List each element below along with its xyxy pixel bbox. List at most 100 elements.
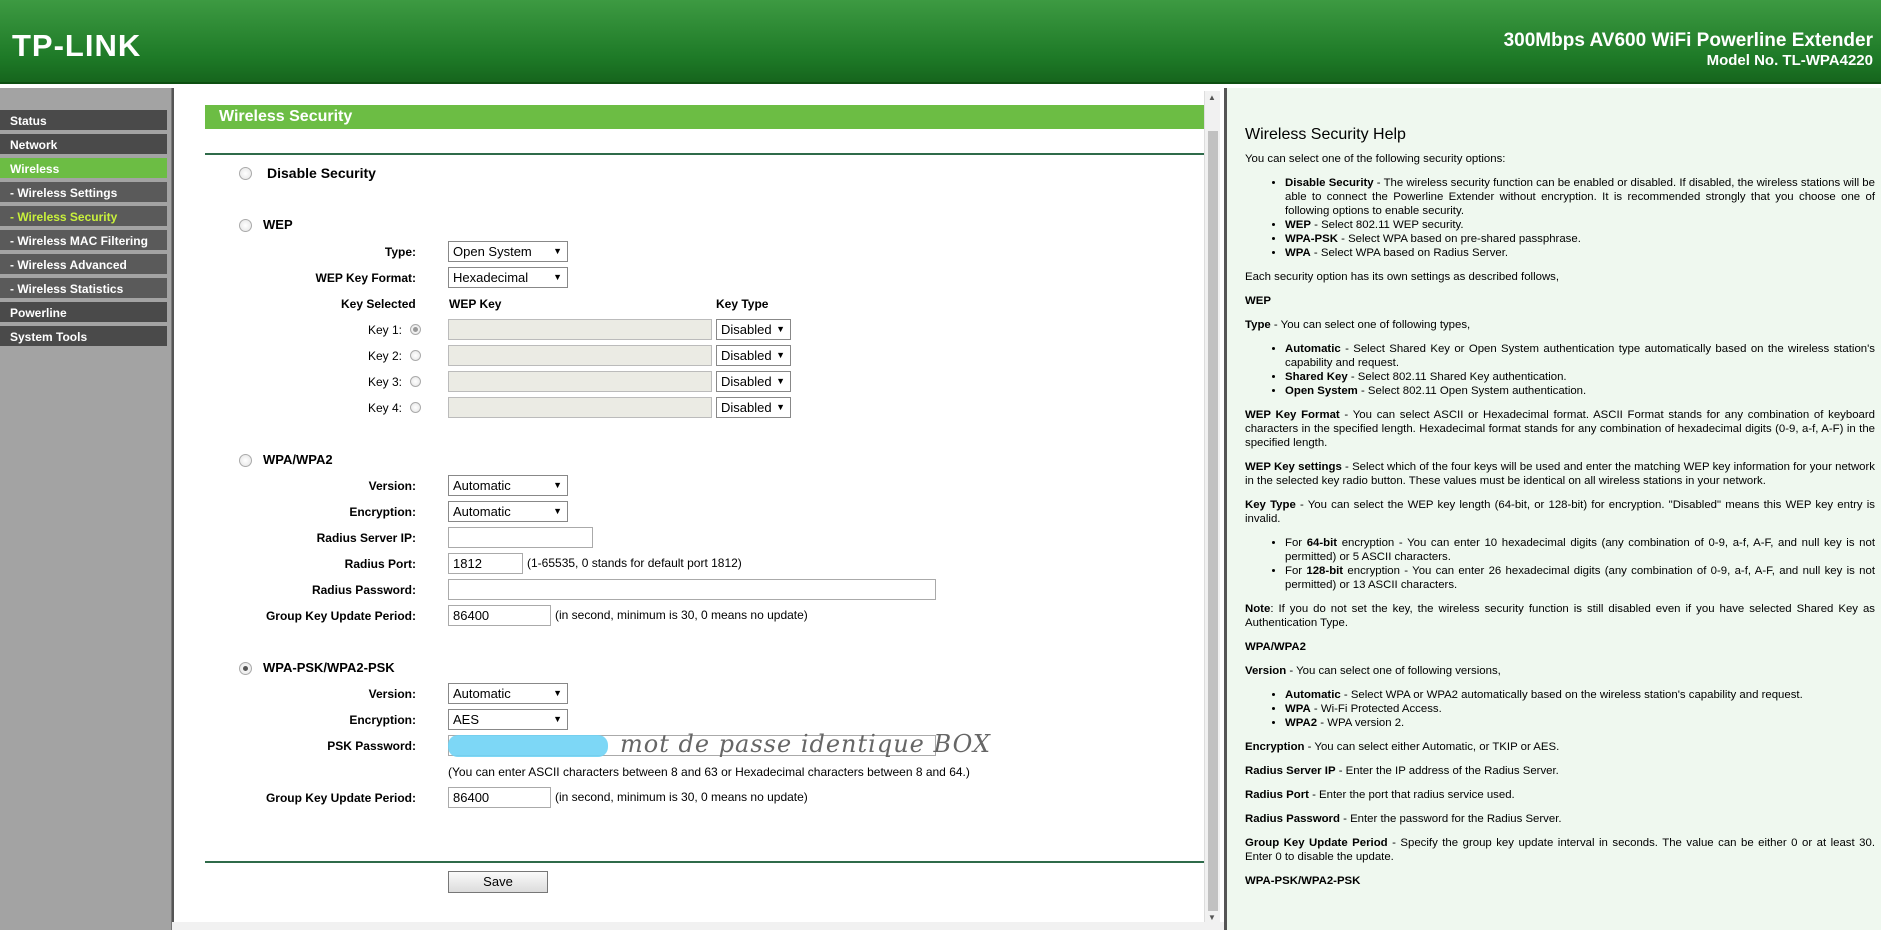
wpa-gkup-input[interactable]: 86400: [448, 605, 551, 626]
help-type: Type - You can select one of following t…: [1245, 319, 1471, 331]
sidebar-item-wireless[interactable]: Wireless: [0, 158, 167, 180]
help-version: Version - You can select one of followin…: [1245, 665, 1501, 677]
wpa-version-value: Automatic: [453, 478, 511, 493]
psk-encryption-value: AES: [453, 712, 480, 727]
scroll-down-icon[interactable]: ▼: [1208, 913, 1216, 922]
list-item: WEP - Select 802.11 WEP security.: [1285, 218, 1875, 232]
wep-format-value: Hexadecimal: [453, 270, 529, 285]
redaction-scribble: [448, 735, 608, 757]
key1-input[interactable]: [448, 319, 712, 340]
list-item: WPA - Select WPA based on Radius Server.: [1285, 246, 1875, 260]
help-options-list: Disable Security - The wireless security…: [1285, 176, 1875, 260]
key3-radio[interactable]: [410, 376, 421, 387]
wep-radio[interactable]: [239, 219, 252, 232]
psk-encryption-label: Encryption:: [349, 713, 416, 727]
radius-port-label: Radius Port:: [344, 557, 416, 571]
model-number: Model No. TL-WPA4220: [1706, 52, 1873, 69]
wpa-psk-radio[interactable]: [239, 662, 252, 675]
psk-version-select[interactable]: Automatic ▼: [448, 683, 568, 704]
wpa-gkup-hint: (in second, minimum is 30, 0 means no up…: [555, 608, 808, 622]
sidebar-item-wireless-statistics[interactable]: - Wireless Statistics: [0, 278, 167, 300]
key4-type-value: Disabled: [721, 400, 772, 415]
sidebar-item-status[interactable]: Status: [0, 110, 167, 132]
key-selected-header: Key Selected: [341, 297, 416, 311]
key2-radio[interactable]: [410, 350, 421, 361]
psk-gkup-input[interactable]: 86400: [448, 787, 551, 808]
help-panel: Wireless Security Help You can select on…: [1224, 88, 1881, 930]
psk-gkup-hint: (in second, minimum is 30, 0 means no up…: [555, 790, 808, 804]
key1-type-select[interactable]: Disabled ▼: [716, 319, 791, 340]
key1-radio[interactable]: [410, 324, 421, 335]
list-item: For 64-bit encryption - You can enter 10…: [1285, 536, 1875, 564]
sidebar-item-wireless-mac-filtering[interactable]: - Wireless MAC Filtering: [0, 230, 167, 252]
help-title: Wireless Security Help: [1245, 126, 1406, 143]
disable-security-radio[interactable]: [239, 167, 252, 180]
list-item: Open System - Select 802.11 Open System …: [1285, 384, 1875, 398]
sidebar-item-wireless-security[interactable]: - Wireless Security: [0, 206, 167, 228]
radius-password-label: Radius Password:: [311, 583, 416, 597]
list-item: WPA2 - WPA version 2.: [1285, 716, 1875, 730]
key3-type-value: Disabled: [721, 374, 772, 389]
sidebar-item-powerline[interactable]: Powerline: [0, 302, 167, 324]
psk-password-label: PSK Password:: [327, 739, 416, 753]
main-scrollbar[interactable]: ▲ ▼: [1204, 91, 1220, 930]
wpa-version-select[interactable]: Automatic ▼: [448, 475, 568, 496]
disable-security-label: Disable Security: [267, 165, 376, 181]
wpa-radio[interactable]: [239, 454, 252, 467]
horizontal-scrollbar[interactable]: [172, 922, 1224, 930]
wpa-version-label: Version:: [368, 479, 416, 493]
scrollbar-thumb[interactable]: [1208, 131, 1218, 911]
help-radius-password: Radius Password - Enter the password for…: [1245, 813, 1562, 825]
chevron-down-icon: ▼: [553, 480, 562, 490]
chevron-down-icon: ▼: [553, 688, 562, 698]
radius-ip-input[interactable]: [448, 527, 593, 548]
list-item: Disable Security - The wireless security…: [1285, 176, 1875, 218]
key2-input[interactable]: [448, 345, 712, 366]
chevron-down-icon: ▼: [553, 246, 562, 256]
key2-type-value: Disabled: [721, 348, 772, 363]
help-each: Each security option has its own setting…: [1245, 271, 1560, 283]
scroll-up-icon[interactable]: ▲: [1208, 93, 1216, 102]
chevron-down-icon: ▼: [553, 714, 562, 724]
sidebar-item-wireless-settings[interactable]: - Wireless Settings: [0, 182, 167, 204]
key4-input[interactable]: [448, 397, 712, 418]
wep-type-value: Open System: [453, 244, 532, 259]
radius-port-input[interactable]: 1812: [448, 553, 523, 574]
divider: [205, 153, 1204, 155]
radius-ip-label: Radius Server IP:: [316, 531, 416, 545]
psk-version-label: Version:: [368, 687, 416, 701]
sidebar-item-system-tools[interactable]: System Tools: [0, 326, 167, 348]
sidebar-item-wireless-advanced[interactable]: - Wireless Advanced: [0, 254, 167, 276]
divider: [205, 861, 1204, 863]
save-button[interactable]: Save: [448, 871, 548, 893]
radius-password-input[interactable]: [448, 579, 936, 600]
sidebar: Status Network Wireless - Wireless Setti…: [0, 88, 172, 930]
key4-type-select[interactable]: Disabled ▼: [716, 397, 791, 418]
psk-encryption-select[interactable]: AES ▼: [448, 709, 568, 730]
help-key-format: WEP Key Format - You can select ASCII or…: [1245, 409, 1875, 449]
help-intro: You can select one of the following secu…: [1245, 153, 1506, 165]
key2-type-select[interactable]: Disabled ▼: [716, 345, 791, 366]
key4-radio[interactable]: [410, 402, 421, 413]
list-item: WPA-PSK - Select WPA based on pre-shared…: [1285, 232, 1875, 246]
key4-label: Key 4:: [367, 401, 402, 415]
chevron-down-icon: ▼: [553, 272, 562, 282]
key1-type-value: Disabled: [721, 322, 772, 337]
list-item: Shared Key - Select 802.11 Shared Key au…: [1285, 370, 1875, 384]
chevron-down-icon: ▼: [776, 350, 785, 360]
key3-type-select[interactable]: Disabled ▼: [716, 371, 791, 392]
key3-input[interactable]: [448, 371, 712, 392]
help-psk-heading: WPA-PSK/WPA2-PSK: [1245, 875, 1361, 887]
wep-format-select[interactable]: Hexadecimal ▼: [448, 267, 568, 288]
wpa-encryption-label: Encryption:: [349, 505, 416, 519]
wpa-label: WPA/WPA2: [263, 452, 333, 467]
psk-password-hint: (You can enter ASCII characters between …: [448, 765, 970, 779]
list-item: Automatic - Select Shared Key or Open Sy…: [1285, 342, 1875, 370]
product-info: 300Mbps AV600 WiFi Powerline Extender Mo…: [1504, 30, 1873, 69]
wep-label: WEP: [263, 217, 293, 232]
wep-type-select[interactable]: Open System ▼: [448, 241, 568, 262]
chevron-down-icon: ▼: [776, 402, 785, 412]
wpa-encryption-select[interactable]: Automatic ▼: [448, 501, 568, 522]
sidebar-item-network[interactable]: Network: [0, 134, 167, 156]
help-types-list: Automatic - Select Shared Key or Open Sy…: [1285, 342, 1875, 398]
